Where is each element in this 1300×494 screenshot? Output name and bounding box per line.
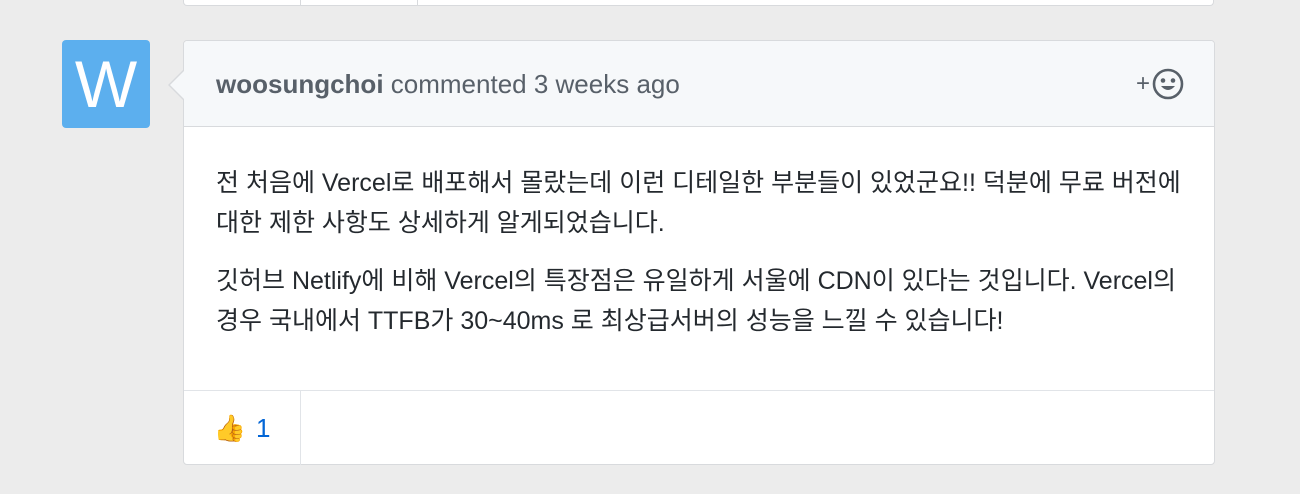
thumbs-up-reaction-button[interactable]: 👍 1	[184, 391, 301, 465]
comment-card: woosungchoi commented 3 weeks ago + 전 처음…	[168, 40, 1215, 465]
reactions-bar: 👍 1	[184, 391, 1214, 465]
comment-paragraph: 전 처음에 Vercel로 배포해서 몰랐는데 이런 디테일한 부분들이 있었군…	[216, 169, 1181, 237]
divider	[417, 0, 418, 5]
reaction-count: 1	[255, 412, 271, 443]
previous-comment-reactions	[183, 0, 1214, 6]
comment-meta: woosungchoi commented 3 weeks ago	[216, 69, 680, 100]
comment-paragraph: 깃허브 Netlify에 비해 Vercel의 특장점은 유일하게 서울에 CD…	[216, 267, 1176, 335]
comment-header: woosungchoi commented 3 weeks ago +	[184, 41, 1214, 127]
thumbs-up-icon: 👍	[213, 412, 246, 443]
comment-timestamp[interactable]: 3 weeks ago	[534, 69, 680, 99]
author-link[interactable]: woosungchoi	[216, 69, 384, 99]
divider	[300, 0, 301, 5]
add-reaction-button[interactable]: +	[1136, 68, 1184, 100]
avatar[interactable]: W	[62, 40, 150, 128]
comment-caret-fill	[170, 70, 185, 100]
comment-body: 전 처음에 Vercel로 배포해서 몰랐는데 이런 디테일한 부분들이 있었군…	[184, 127, 1214, 391]
smiley-icon	[1152, 68, 1184, 100]
comment-action: commented	[383, 69, 534, 99]
plus-icon: +	[1135, 70, 1150, 97]
